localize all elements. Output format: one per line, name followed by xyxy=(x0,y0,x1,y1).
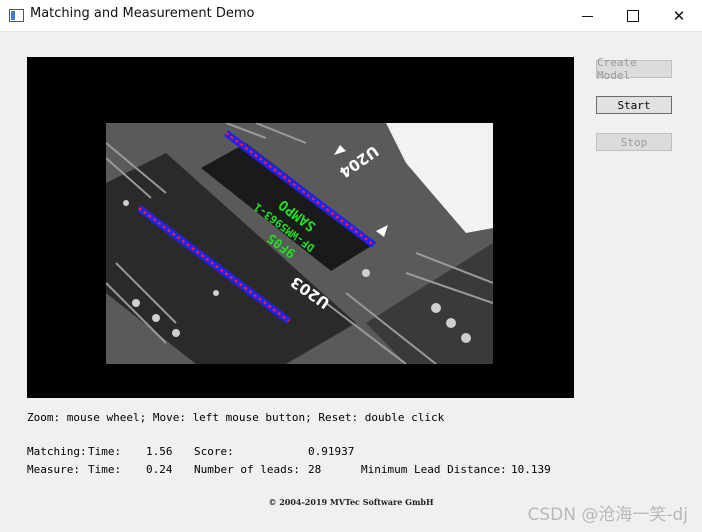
matching-time-value: 1.56 xyxy=(146,445,173,458)
title-bar: Matching and Measurement Demo ✕ xyxy=(0,0,702,32)
app-window-icon xyxy=(9,9,24,22)
matching-time-label: Time: xyxy=(88,445,122,458)
measure-time-label: Time: xyxy=(88,463,122,476)
leads-value: 28 xyxy=(308,463,322,476)
create-model-button[interactable]: Create Model xyxy=(596,56,672,82)
measure-time-value: 0.24 xyxy=(146,463,173,476)
min-dist-label: Minimum Lead Distance: xyxy=(361,463,507,476)
start-button[interactable]: Start xyxy=(596,96,672,114)
pcb-image[interactable]: 9F05 DF-WM5963-1 SAMPO U204 U203 xyxy=(106,123,493,364)
pcb-image-svg: 9F05 DF-WM5963-1 SAMPO U204 U203 xyxy=(106,123,493,364)
image-viewer[interactable]: 9F05 DF-WM5963-1 SAMPO U204 U203 xyxy=(27,57,574,398)
help-text: Zoom: mouse wheel; Move: left mouse butt… xyxy=(27,411,445,424)
watermark: CSDN @沧海一笑-dj xyxy=(527,505,688,525)
maximize-button[interactable] xyxy=(610,0,656,31)
minimize-button[interactable] xyxy=(564,0,610,31)
close-button[interactable]: ✕ xyxy=(656,0,702,31)
score-label: Score: xyxy=(194,445,234,458)
close-icon: ✕ xyxy=(672,6,686,25)
minimize-icon xyxy=(581,16,593,17)
window-title: Matching and Measurement Demo xyxy=(30,6,255,21)
min-dist-value: 10.139 xyxy=(511,463,551,476)
score-value: 0.91937 xyxy=(308,445,355,458)
matching-label: Matching: xyxy=(27,445,87,458)
measure-label: Measure: xyxy=(27,463,80,476)
stop-button[interactable]: Stop xyxy=(596,133,672,151)
maximize-icon xyxy=(627,9,639,22)
leads-label: Number of leads: xyxy=(194,463,300,476)
